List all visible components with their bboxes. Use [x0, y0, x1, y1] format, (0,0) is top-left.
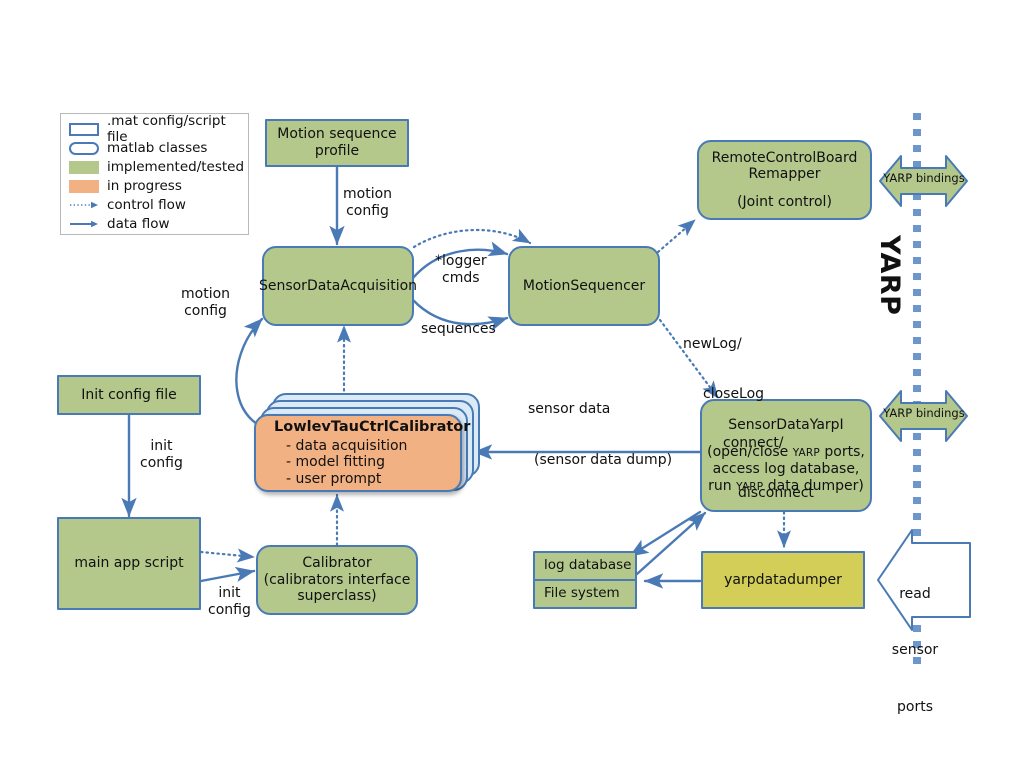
yarp-spine-label: YARP [874, 235, 905, 316]
node-title: Calibrator [302, 555, 372, 572]
node-title: RemoteControlBoard Remapper [711, 149, 858, 183]
legend-box: .mat config/script file matlab classes i… [60, 113, 249, 235]
label-yarp-bindings-top: YARP bindings [883, 171, 965, 185]
node-motion-sequence-profile[interactable]: Motion sequence profile [265, 119, 409, 167]
node-bullet: - model fitting [286, 454, 385, 471]
label-closelog: closeLog [703, 385, 765, 402]
node-bullet: - data acquisition [286, 437, 408, 454]
legend-row-data-flow: data flow [69, 215, 248, 233]
read-line-3: ports [897, 699, 933, 716]
legend-row-mat-file: .mat config/script file [69, 113, 248, 145]
node-title: main app script [74, 555, 184, 572]
legend-row-control-flow: control flow [69, 196, 248, 214]
node-title: MotionSequencer [522, 277, 646, 294]
green-fill-icon [69, 160, 99, 174]
node-yarpdatadumper[interactable]: yarpdatadumper [701, 551, 865, 609]
node-title: Init config file [81, 386, 177, 403]
label-sequences: sequences [421, 321, 496, 337]
label-disconnect: disconnect [738, 484, 814, 501]
node-sensor-data-acquisition[interactable]: SensorDataAcquisition [258, 246, 418, 326]
legend-label: in progress [107, 178, 182, 194]
label-sensor-data-dump: (sensor data dump) [534, 452, 673, 468]
read-line-1: read [899, 585, 931, 602]
node-title: Motion sequence profile [277, 126, 397, 159]
label-read-sensor-ports: read sensor ports [878, 547, 952, 755]
edge-ms-to-rcbr-control [656, 218, 697, 254]
label-motion-config-top: motion config [343, 186, 393, 219]
node-title: yarpdatadumper [724, 571, 842, 588]
legend-row-in-progress: in progress [69, 177, 248, 195]
node-title: SensorDataAcquisition [258, 277, 418, 294]
edge-mainapp-to-calibrator-data [199, 566, 256, 583]
node-log-database: log database [544, 557, 632, 574]
edge-mainapp-to-calibrator-control [199, 548, 256, 563]
edge-sda-to-ms-control [412, 228, 532, 249]
solid-arrow-icon [69, 219, 99, 229]
legend-row-implemented: implemented/tested [69, 158, 248, 176]
dotted-arrow-icon [69, 200, 99, 210]
node-subtitle: (Joint control) [737, 193, 832, 210]
label-sensor-data: sensor data [528, 401, 611, 417]
node-file-system: File system [535, 579, 635, 607]
legend-label: matlab classes [107, 140, 208, 156]
label-yarp-bindings-mid: YARP bindings [883, 406, 965, 420]
node-log-database-file-system[interactable]: log database File system [533, 551, 637, 609]
read-line-2: sensor [891, 642, 939, 659]
legend-label: data flow [107, 216, 170, 232]
node-bullet: - user prompt [286, 470, 382, 487]
orange-fill-icon [69, 179, 99, 193]
legend-label: control flow [107, 197, 186, 213]
label-init-config-lower: init config [208, 585, 251, 618]
label-motion-config-left: motion config [181, 286, 231, 319]
node-lowlev-tau-ctrl-calibrator[interactable]: LowlevTauCtrlCalibrator - data acquisiti… [254, 414, 470, 492]
legend-label: implemented/tested [107, 159, 245, 175]
file-rect-icon [69, 122, 99, 136]
node-main-app-script[interactable]: main app script [57, 517, 201, 610]
label-newlog: newLog/ [683, 336, 742, 353]
node-remote-control-board-remapper[interactable]: RemoteControlBoard Remapper (Joint contr… [697, 140, 872, 220]
label-init-config-upper: init config [140, 438, 183, 471]
label-newlog-closelog: newLog/ closeLog connect/ disconnect [683, 303, 814, 534]
node-title: LowlevTauCtrlCalibrator [274, 418, 471, 435]
label-logger-cmds: *logger cmds [435, 253, 487, 286]
node-init-config-file[interactable]: Init config file [57, 375, 201, 415]
diagram-canvas: .mat config/script file matlab classes i… [0, 0, 1024, 768]
node-motion-sequencer[interactable]: MotionSequencer [508, 246, 660, 326]
label-connect: connect/ [723, 435, 784, 452]
node-calibrator-superclass[interactable]: Calibrator (calibrators interface superc… [256, 545, 418, 615]
node-subtitle: (calibrators interface superclass) [263, 571, 411, 605]
class-rect-icon [69, 141, 99, 155]
